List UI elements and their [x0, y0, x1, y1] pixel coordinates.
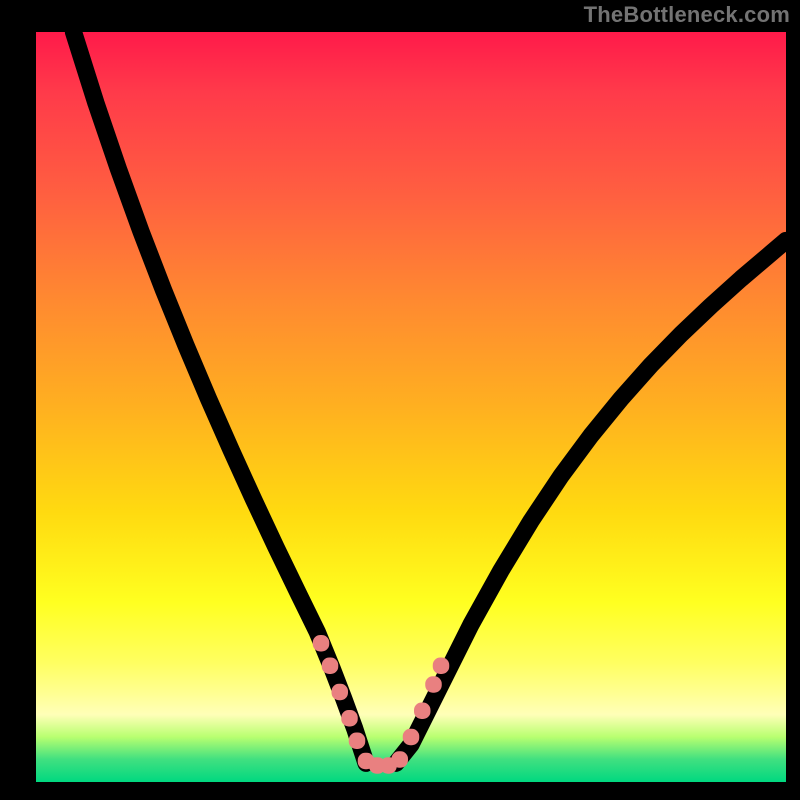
highlight-dot [403, 729, 420, 746]
highlight-dot [425, 676, 442, 693]
highlight-dot [341, 710, 358, 727]
plot-area [36, 32, 786, 782]
highlight-dot [313, 635, 330, 652]
highlight-dot [349, 733, 366, 750]
highlight-dot [322, 658, 339, 675]
chart-frame: TheBottleneck.com [0, 0, 800, 800]
left-curve [74, 32, 367, 763]
watermark-text: TheBottleneck.com [584, 2, 790, 28]
highlight-dot [414, 703, 431, 720]
right-curve [396, 241, 786, 764]
highlight-dot [433, 658, 450, 675]
curve-layer [36, 32, 786, 782]
highlight-dot [392, 751, 409, 768]
highlight-dot [332, 684, 349, 701]
